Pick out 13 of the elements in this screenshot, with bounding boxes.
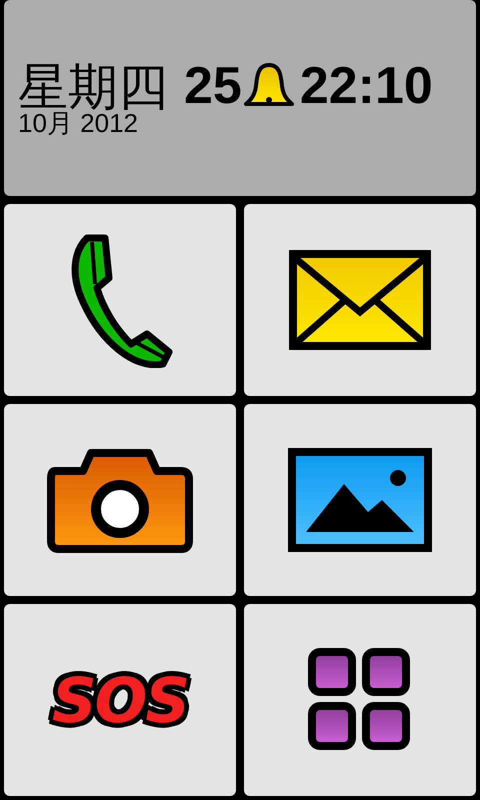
- phone-tile[interactable]: [4, 204, 236, 396]
- weekday-text: 星期四: [18, 62, 168, 112]
- camera-tile[interactable]: [4, 404, 236, 596]
- envelope-icon: [289, 250, 431, 350]
- sos-button[interactable]: SOS: [4, 604, 236, 796]
- image-icon: [288, 448, 432, 552]
- app-grid-icon: [308, 648, 412, 752]
- date-text: 10月 2012: [18, 110, 138, 136]
- messages-tile[interactable]: [244, 204, 476, 396]
- day-text: 25: [184, 60, 242, 112]
- apps-tile[interactable]: [244, 604, 476, 796]
- time-text: 22:10: [300, 60, 433, 112]
- gallery-tile[interactable]: [244, 404, 476, 596]
